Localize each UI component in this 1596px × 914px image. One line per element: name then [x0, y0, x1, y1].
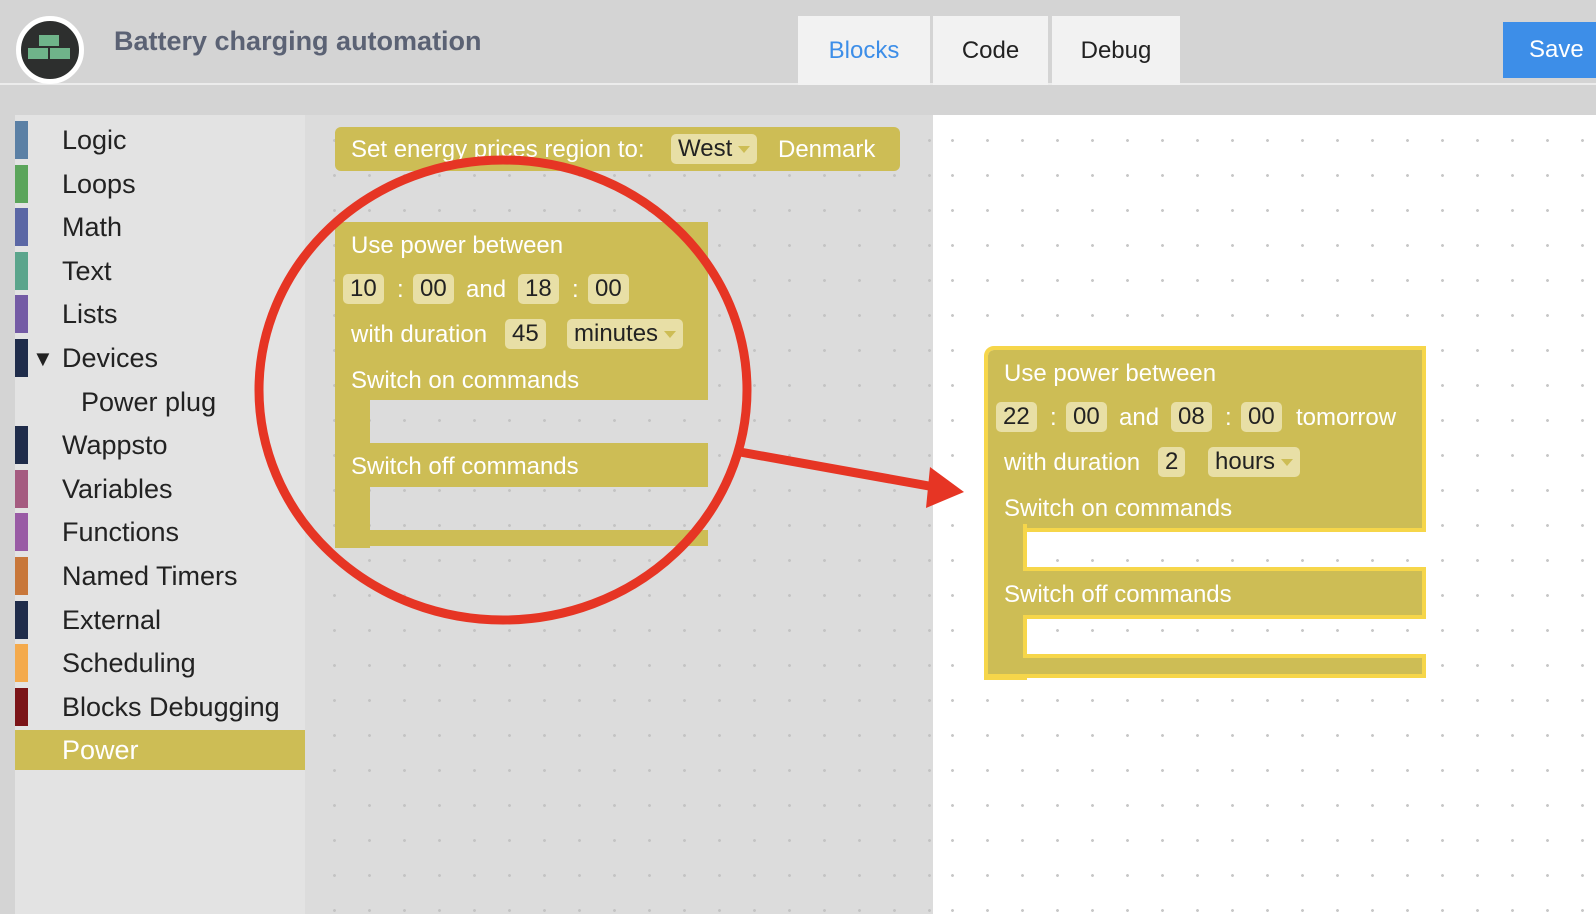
sidebar-item-label: External: [62, 604, 162, 635]
sidebar-item-label: Wappsto: [62, 430, 168, 461]
switch-off-label: Switch off commands: [351, 453, 579, 480]
sidebar-item-logic[interactable]: Logic: [15, 120, 305, 160]
block-title: Use power between: [1004, 360, 1217, 387]
sidebar-item-blocks-debugging[interactable]: Blocks Debugging: [15, 687, 305, 727]
sidebar-item-label: Power plug: [81, 386, 217, 417]
category-color-bar: [15, 295, 28, 334]
colon: :: [397, 276, 404, 303]
sidebar-item-scheduling[interactable]: Scheduling: [15, 643, 305, 683]
category-color-bar: [15, 208, 28, 247]
duration-field[interactable]: 2: [1158, 447, 1186, 477]
flyout-power-block[interactable]: Use power between 10 : 00 and 18 : 00 wi…: [335, 222, 708, 548]
sidebar-item-label: Power: [62, 735, 139, 766]
category-color-bar: [15, 557, 28, 595]
duration-label: with duration: [1004, 449, 1141, 476]
sidebar-item-text[interactable]: Text: [15, 251, 305, 291]
category-color-bar: [15, 644, 28, 683]
sidebar-item-label: Functions: [62, 517, 180, 548]
sidebar-item-functions[interactable]: Functions: [15, 512, 305, 552]
duration-field[interactable]: 45: [505, 319, 546, 349]
category-color-bar: [15, 469, 28, 508]
end-hour-field[interactable]: 08: [1171, 402, 1212, 432]
category-color-bar: [15, 426, 28, 465]
tab-blocks[interactable]: Blocks: [798, 16, 930, 85]
sidebar-item-wappsto[interactable]: Wappsto: [15, 425, 305, 465]
tab-code[interactable]: Code: [933, 16, 1048, 85]
and-label: and: [466, 276, 507, 303]
save-button[interactable]: Save: [1503, 22, 1596, 78]
colon: :: [1050, 404, 1057, 431]
sidebar-item-label: Scheduling: [62, 648, 196, 679]
end-minute-field[interactable]: 00: [588, 274, 629, 304]
end-minute-field[interactable]: 00: [1241, 402, 1282, 432]
sidebar-item-label: Math: [62, 212, 123, 243]
category-color-bar: [15, 339, 28, 377]
sidebar-item-label: Variables: [62, 473, 173, 504]
sidebar-item-label: Text: [62, 255, 112, 286]
sidebar-item-external[interactable]: External: [15, 600, 305, 640]
region-dropdown[interactable]: West: [671, 134, 758, 164]
category-color-bar: [15, 600, 28, 639]
region-block[interactable]: Set energy prices region to: West Denmar…: [335, 127, 900, 171]
unit-dropdown[interactable]: minutes: [567, 319, 684, 349]
block-title: Use power between: [351, 232, 564, 259]
header: Battery charging automation Blocks Code …: [0, 0, 1596, 85]
expand-triangle-icon[interactable]: ▼: [32, 346, 54, 372]
sidebar-item-math[interactable]: Math: [15, 207, 305, 247]
sidebar-item-loops[interactable]: Loops: [15, 164, 305, 204]
switch-on-label: Switch on commands: [351, 367, 580, 394]
unit-dropdown[interactable]: hours: [1208, 447, 1301, 477]
blocks-workspace[interactable]: Use power between 22 : 00 and 08 : 00 to…: [933, 115, 1596, 914]
sidebar-item-lists[interactable]: Lists: [15, 294, 305, 334]
start-hour-field[interactable]: 22: [996, 402, 1037, 432]
block-flyout: Set energy prices region to: West Denmar…: [305, 115, 933, 914]
colon: :: [572, 276, 579, 303]
sidebar-item-label: Named Timers: [62, 561, 238, 591]
sidebar-item-named-timers[interactable]: Named Timers: [15, 556, 305, 596]
sidebar-item-label: Blocks Debugging: [62, 691, 280, 722]
app-logo: [16, 16, 84, 84]
category-color-bar: [15, 251, 28, 290]
sidebar-item-label: Logic: [62, 125, 127, 155]
category-color-bar: [15, 121, 28, 159]
switch-on-label: Switch on commands: [1004, 495, 1233, 522]
switch-off-label: Switch off commands: [1004, 581, 1232, 608]
category-color-bar: [15, 687, 28, 726]
region-suffix: Denmark: [778, 136, 876, 163]
and-label: and: [1119, 404, 1160, 431]
sidebar-item-power[interactable]: Power: [15, 730, 305, 771]
sidebar-item-devices[interactable]: ▼ Devices: [15, 338, 305, 378]
category-color-bar: [15, 164, 28, 203]
sidebar-item-power-plug[interactable]: Power plug: [15, 382, 305, 422]
start-hour-field[interactable]: 10: [343, 274, 384, 304]
sidebar-item-label: Lists: [62, 299, 118, 330]
sidebar-item-variables[interactable]: Variables: [15, 469, 305, 509]
workspace-power-block[interactable]: Use power between 22 : 00 and 08 : 00 to…: [984, 346, 1426, 680]
start-minute-field[interactable]: 00: [1066, 402, 1107, 432]
duration-label: with duration: [351, 321, 488, 348]
sidebar-item-label: Loops: [62, 168, 136, 199]
end-hour-field[interactable]: 18: [518, 274, 559, 304]
region-label: Set energy prices region to:: [351, 136, 645, 163]
category-color-bar: [15, 513, 28, 552]
tomorrow-label: tomorrow: [1296, 404, 1397, 431]
page-title: Battery charging automation: [114, 26, 482, 56]
start-minute-field[interactable]: 00: [413, 274, 454, 304]
colon: :: [1225, 404, 1232, 431]
toolbox-sidebar: Logic Loops Math Text Lists ▼ Devices Power plu…: [15, 115, 305, 914]
sidebar-item-label: Devices: [62, 343, 159, 373]
tab-debug[interactable]: Debug: [1052, 16, 1180, 85]
